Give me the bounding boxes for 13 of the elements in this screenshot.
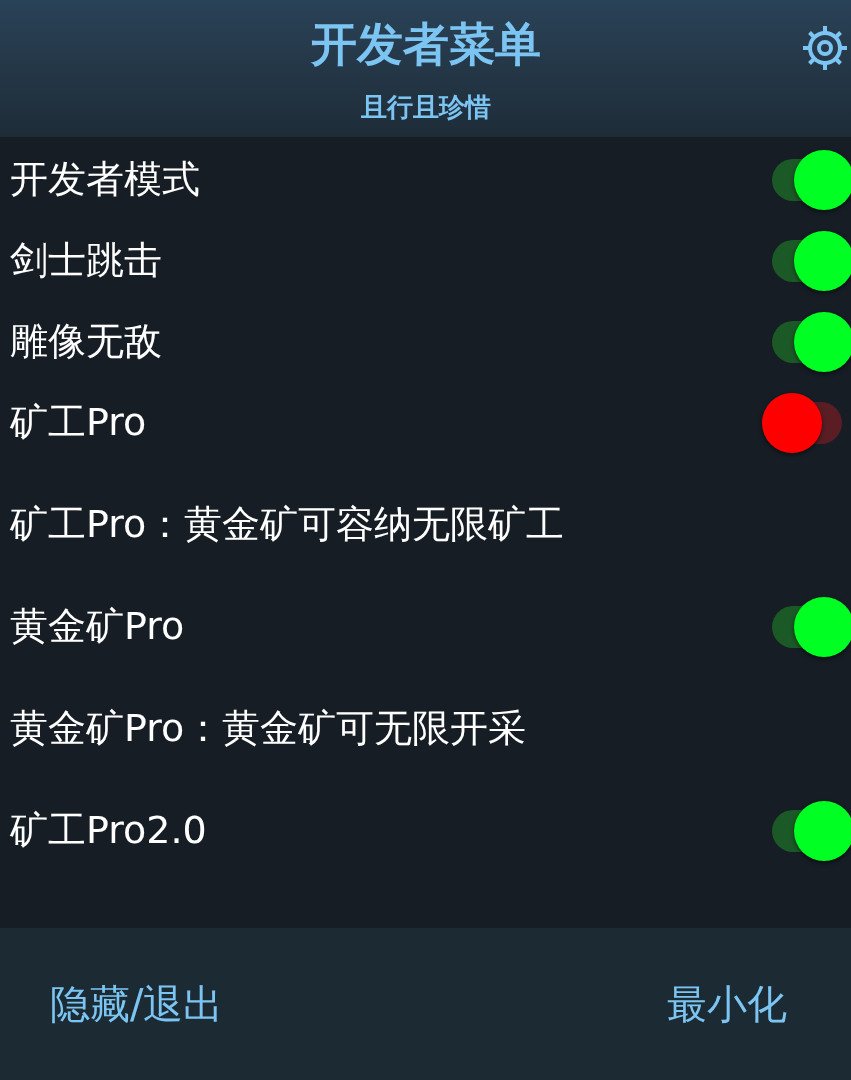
- menu-subtitle: 且行且珍惜: [360, 91, 491, 124]
- settings-icon[interactable]: [801, 24, 849, 72]
- option-label: 矿工Pro: [10, 399, 147, 446]
- hide-exit-button[interactable]: 隐藏/退出: [50, 974, 224, 1034]
- option-label: 矿工Pro2.0: [10, 807, 207, 854]
- minimize-button[interactable]: 最小化: [667, 974, 787, 1034]
- menu-title: 开发者菜单: [310, 16, 541, 73]
- option-label: 开发者模式: [10, 156, 200, 203]
- option-label: 剑士跳击: [10, 237, 162, 284]
- option-description: 黄金矿Pro：黄金矿可无限开采: [10, 705, 527, 752]
- option-label: 黄金矿Pro: [10, 603, 185, 650]
- option-label: 雕像无敌: [10, 318, 162, 365]
- option-description: 矿工Pro：黄金矿可容纳无限矿工: [10, 501, 565, 548]
